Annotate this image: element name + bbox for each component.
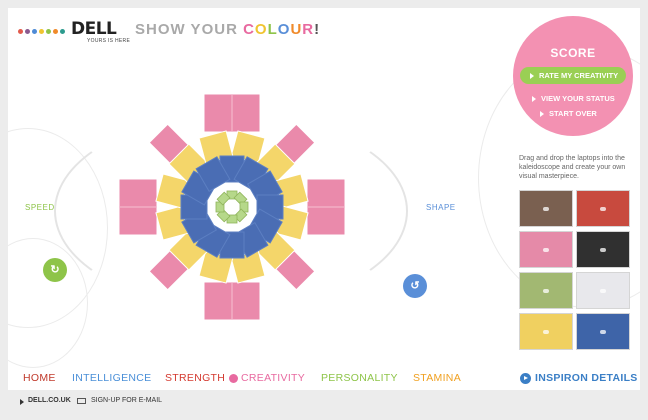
play-arrow-icon [540,111,544,118]
nav-inspiron-details[interactable]: INSPIRON DETAILS [535,372,638,384]
dell-logo-icon [600,206,606,211]
laptop-swatch-yellow[interactable] [519,313,573,350]
title-letter: C [243,21,255,38]
app-frame: DELL YOURS IS HERE SHOW YOUR COLOUR! SCO… [8,8,640,390]
title-letter: O [254,21,268,38]
laptop-swatch-blue[interactable] [576,313,630,350]
nav-strength[interactable]: STRENGTH [165,372,225,384]
instructions-text: Drag and drop the laptops into the kalei… [519,155,626,180]
score-title: SCORE [550,46,596,60]
view-your-status-link[interactable]: VIEW YOUR STATUS [532,94,615,103]
laptop-swatch-brown[interactable] [519,190,573,227]
dell-logo-icon [600,247,606,252]
nav-home[interactable]: HOME [23,372,56,384]
kaleidoscope-laptop-pink[interactable] [203,281,261,321]
title-letter: R [302,21,315,38]
rate-my-creativity-button[interactable]: RATE MY CREATIVITY [520,67,626,84]
title-suffix: ! [314,21,321,38]
rate-button-label: RATE MY CREATIVITY [539,71,619,80]
kaleidoscope[interactable] [117,92,347,322]
logo-dot [46,29,51,34]
logo-dot [60,29,65,34]
kaleidoscope-laptop-pink[interactable] [118,178,158,236]
nav-personality[interactable]: PERSONALITY [321,372,398,384]
speed-label: SPEED [25,203,55,212]
signup-email-link[interactable]: SIGN-UP FOR E-MAIL [91,397,162,404]
logo-dot [18,29,23,34]
footer-arrow-icon [20,399,24,405]
view-status-label: VIEW YOUR STATUS [541,94,615,103]
dell-logo-icon [600,288,606,293]
kaleidoscope-laptop-pink[interactable] [306,178,346,236]
start-over-label: START OVER [549,109,597,118]
active-dot-icon [229,374,238,383]
title-letter: O [277,21,291,38]
play-arrow-icon [530,73,534,80]
rotate-left-icon[interactable]: ↻ [43,258,67,282]
shape-label: SHAPE [426,203,456,212]
laptop-swatch-black[interactable] [576,231,630,268]
kaleidoscope-laptop-pink[interactable] [203,93,261,133]
start-over-link[interactable]: START OVER [540,109,597,118]
play-circle-icon [520,373,531,384]
logo-dot [32,29,37,34]
logo-dot [39,29,44,34]
logo-dots [18,29,65,34]
logo-dot [53,29,58,34]
dell-logo-icon [543,206,549,211]
laptop-swatch-white[interactable] [576,272,630,309]
mail-icon [77,398,86,404]
score-panel: SCORE RATE MY CREATIVITY VIEW YOUR STATU… [513,16,633,136]
rotate-right-icon[interactable]: ↺ [403,274,427,298]
dell-logo-icon [600,329,606,334]
logo-dot [25,29,30,34]
nav-stamina[interactable]: STAMINA [413,372,461,384]
play-arrow-icon [532,96,536,103]
footer: DELL.CO.UK SIGN-UP FOR E-MAIL [0,390,648,420]
dell-logo-icon [543,247,549,252]
nav-intelligence[interactable]: INTELLIGENCE [72,372,151,384]
title-prefix: SHOW YOUR [135,21,244,38]
page-title: SHOW YOUR COLOUR! [135,21,320,38]
title-letter: L [267,21,278,38]
dell-logo-icon [543,329,549,334]
laptop-swatch-red[interactable] [576,190,630,227]
nav-creativity[interactable]: CREATIVITY [241,372,305,384]
dell-logo[interactable]: DELL [71,19,117,39]
dell-logo-icon [543,288,549,293]
laptop-swatch-pink[interactable] [519,231,573,268]
logo-tagline: YOURS IS HERE [87,38,131,44]
laptop-swatch-green[interactable] [519,272,573,309]
dell-co-uk-link[interactable]: DELL.CO.UK [28,397,71,404]
title-letter: U [290,21,303,38]
